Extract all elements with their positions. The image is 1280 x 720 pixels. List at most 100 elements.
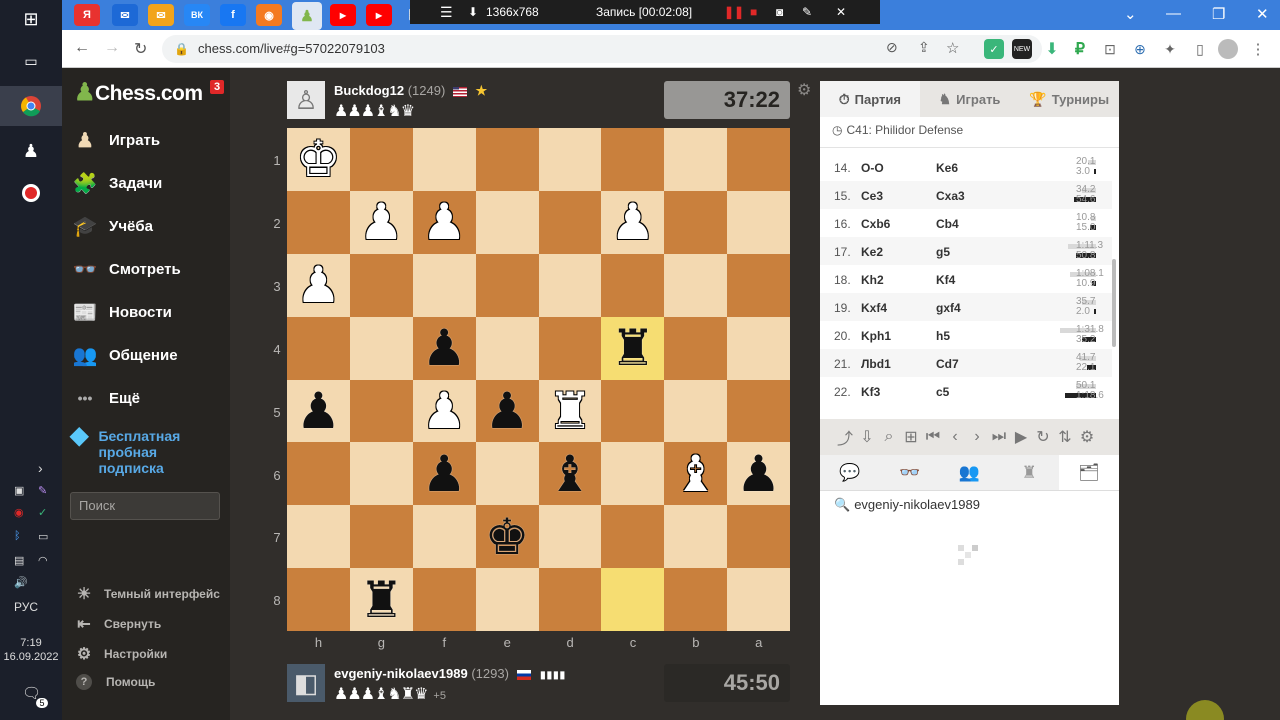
close-window-icon[interactable]: ✕ [1256,5,1269,23]
friends-tab[interactable]: 👥 [940,455,1000,490]
square-d4[interactable] [538,316,602,380]
square-a7[interactable] [727,505,790,569]
square-f7[interactable] [412,505,476,569]
chess-board[interactable]: ♚ ♟ ♟ ♟ ♟ ♟ ♜ ♟ ♟ ♟ ♜ ♟ ♝ ♝ ♟ ♚ ♜ [287,128,790,631]
white-pawn-icon[interactable]: ♟ [296,260,341,310]
notification-badge[interactable]: 3 [210,80,224,94]
square-h6[interactable] [287,442,350,506]
hide-icon[interactable]: ⊘ [886,39,898,56]
watch-tab[interactable]: 👓 [880,455,940,490]
square-d5[interactable]: ♜ [538,379,602,443]
recorder-menu-icon[interactable]: ☰ [440,4,453,21]
square-h5[interactable]: ♟ [287,379,350,443]
white-bishop-icon[interactable]: ♝ [673,449,718,499]
square-f5[interactable]: ♟ [412,379,476,443]
recorder-close-icon[interactable]: ✕ [836,5,846,19]
settings-link[interactable]: ⚙ Настройки [74,644,167,664]
square-b5[interactable] [664,379,728,443]
white-move[interactable]: Лbd1 [861,357,891,371]
square-b8[interactable] [664,568,728,631]
white-move[interactable]: Kh2 [861,273,884,287]
black-move[interactable]: Ke6 [936,161,958,175]
nav-learn[interactable]: 🎓 Учёба [70,209,153,243]
white-move[interactable]: Kf3 [861,385,880,399]
white-move[interactable]: Kxf4 [861,301,887,315]
black-rook-icon[interactable]: ♜ [359,575,404,625]
square-f8[interactable] [412,568,476,631]
square-e1[interactable] [475,128,539,191]
square-g5[interactable] [349,379,413,443]
nav-more[interactable]: ••• Ещё [70,381,140,415]
white-rook-icon[interactable]: ♜ [548,386,593,436]
extension-new-icon[interactable]: NEW [1012,39,1032,59]
extension-download-icon[interactable]: ⬇ [1042,39,1062,59]
black-move[interactable]: Kf4 [936,273,955,287]
nav-puzzles[interactable]: 🧩 Задачи [70,166,163,200]
square-h7[interactable] [287,505,350,569]
square-b2[interactable] [664,190,728,254]
extension-shield-icon[interactable]: ✓ [984,39,1004,59]
settings-icon[interactable]: ⚙ [1076,427,1098,447]
square-d8[interactable] [538,568,602,631]
tray-display-icon[interactable]: ▤ [14,554,24,567]
tray-record-icon[interactable]: ◉ [14,506,24,519]
square-c8[interactable] [601,568,665,631]
black-rook-icon[interactable]: ♜ [610,323,655,373]
move-list-scrollbar[interactable] [1112,259,1116,347]
next-icon[interactable]: › [966,428,988,446]
white-pawn-icon[interactable]: ♟ [422,197,467,247]
square-a6[interactable]: ♟ [727,442,790,506]
square-e6[interactable] [475,442,539,506]
analysis-icon[interactable]: ⌕ [878,428,900,446]
square-h3[interactable]: ♟ [287,253,350,317]
tab-yandex[interactable]: Я [74,4,100,26]
terminal-icon[interactable]: ▭ [16,46,46,76]
tab-mail[interactable]: ✉ [112,4,138,26]
square-e5[interactable]: ♟ [475,379,539,443]
square-d3[interactable] [538,253,602,317]
black-pawn-icon[interactable]: ♟ [485,386,530,436]
tray-battery-icon[interactable]: ▭ [38,530,48,543]
recorder-draw-icon[interactable]: ✎ [802,5,812,19]
explorer-icon[interactable]: ⊞ [900,427,922,447]
bottom-player-name[interactable]: evgeniy-nikolaev1989 [334,666,468,681]
tab-youtube-1[interactable]: ▶ [330,4,356,26]
tab-mail-ru[interactable]: ✉ [148,4,174,26]
collapse-button[interactable]: ⇤ Свернуть [74,614,161,634]
chat-tab[interactable]: 💬 [820,455,880,490]
top-player-avatar[interactable]: ♙ [287,81,325,119]
board-settings-gear-icon[interactable]: ⚙ [797,80,811,100]
share-icon[interactable]: ⤴ [834,425,856,449]
square-b1[interactable] [664,128,728,191]
square-c3[interactable] [601,253,665,317]
bookmark-star-icon[interactable]: ☆ [946,39,959,57]
square-f4[interactable]: ♟ [412,316,476,380]
tab-youtube-2[interactable]: ▶ [366,4,392,26]
tab-vk[interactable]: ВК [184,4,210,26]
square-g3[interactable] [349,253,413,317]
white-move[interactable]: O-O [861,161,884,175]
bottom-player-avatar[interactable]: ◧ [287,664,325,702]
black-king-icon[interactable]: ♚ [485,512,530,562]
square-c1[interactable] [601,128,665,191]
nav-play[interactable]: ♟ Играть [70,123,160,157]
square-h4[interactable] [287,316,350,380]
square-c6[interactable] [601,442,665,506]
white-pawn-icon[interactable]: ♟ [422,386,467,436]
recorder-stop-icon[interactable]: ■ [750,5,757,19]
flip-icon[interactable]: ⇅ [1054,427,1076,447]
square-a3[interactable] [727,253,790,317]
recorder-pin-icon[interactable]: ⬇ [468,5,478,19]
recorder-screenshot-icon[interactable]: ◙ [776,5,783,19]
free-trial-link[interactable]: ◆ Бесплатная пробная подписка [70,424,198,477]
recorder-pause-icon[interactable]: ❚❚ [724,5,744,19]
play-icon[interactable]: ▶ [1010,427,1032,447]
square-a8[interactable] [727,568,790,631]
black-pawn-icon[interactable]: ♟ [422,449,467,499]
white-move[interactable]: Ce3 [861,189,883,203]
prev-icon[interactable]: ‹ [944,428,966,446]
refresh-icon[interactable]: ↻ [1032,427,1054,447]
move-list[interactable]: 14. O-O Ke6 20.1 3.0 15. Ce3 Cxa3 34.2 54.6 16. Cxb… [820,147,1119,419]
square-d7[interactable] [538,505,602,569]
tray-wifi-icon[interactable]: ◠ [38,554,48,567]
